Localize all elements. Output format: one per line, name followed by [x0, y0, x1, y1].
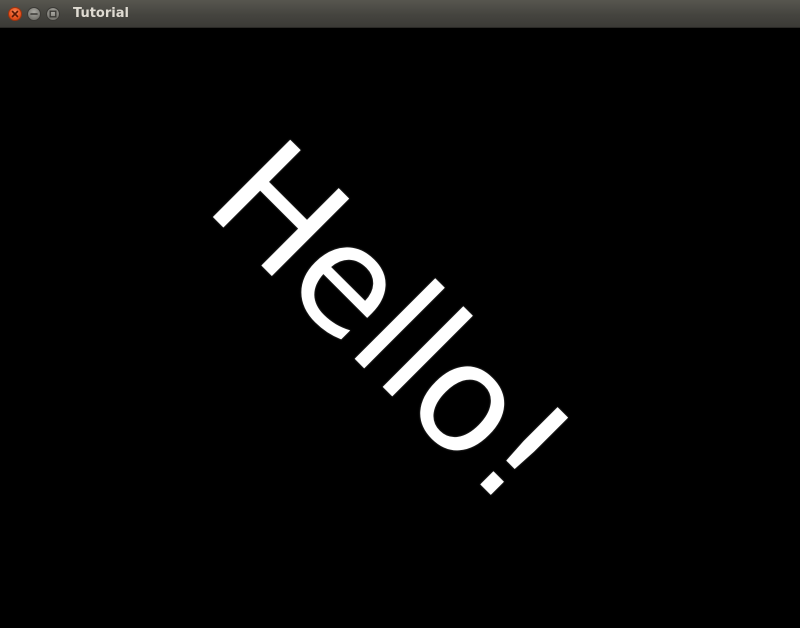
- render-canvas[interactable]: Hello!: [0, 28, 800, 628]
- app-window: Tutorial Hello!: [0, 0, 800, 628]
- title-bar[interactable]: Tutorial: [0, 0, 800, 28]
- window-title: Tutorial: [73, 6, 129, 21]
- maximize-button[interactable]: [46, 7, 60, 21]
- maximize-icon: [49, 10, 57, 18]
- minimize-button[interactable]: [27, 7, 41, 21]
- close-icon: [11, 10, 19, 18]
- close-button[interactable]: [8, 7, 22, 21]
- hello-text: Hello!: [177, 109, 603, 535]
- minimize-icon: [30, 13, 38, 15]
